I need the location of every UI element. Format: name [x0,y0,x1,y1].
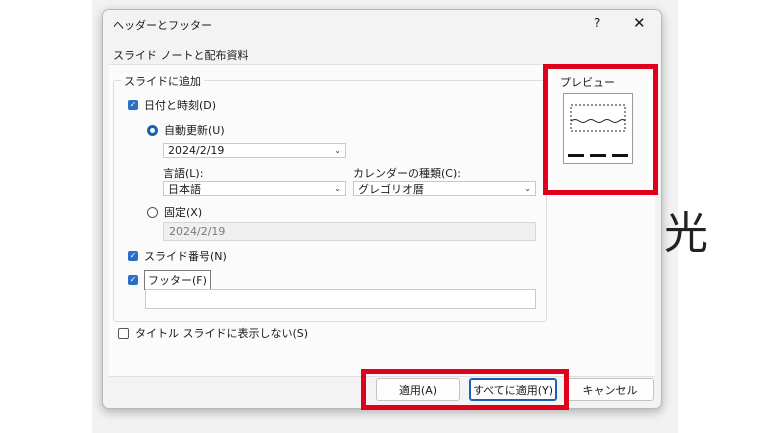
fixed-date-value: 2024/2/19 [169,225,226,238]
fixed-label: 固定(X) [164,206,203,219]
calendar-label-row: カレンダーの種類(C): [353,165,461,181]
language-select[interactable]: 日本語 ⌄ [163,181,346,196]
calendar-label: カレンダーの種類(C): [353,167,461,180]
help-button[interactable]: ? [594,16,600,30]
auto-update-radio[interactable] [147,124,158,136]
date-time-checkbox[interactable]: ✓ [128,100,138,110]
language-value: 日本語 [168,182,201,196]
group-title: スライドに追加 [121,73,204,89]
apply-buttons-highlight [361,369,569,410]
dialog-titlebar: ヘッダーとフッター ? ✕ [103,10,661,38]
dont-show-title-row[interactable]: ✓ タイトル スライドに表示しない(S) [118,325,308,341]
footer-checkbox[interactable]: ✓ [128,275,138,285]
preview-highlight [543,64,658,195]
date-time-label: 日付と時刻(D) [144,99,217,112]
fixed-date-input[interactable]: 2024/2/19 [163,222,536,241]
auto-update-date-value: 2024/2/19 [168,144,225,157]
dialog-title: ヘッダーとフッター [113,19,212,32]
cancel-button[interactable]: キャンセル [566,378,654,401]
language-label-row: 言語(L): [163,165,203,181]
slide-number-checkbox[interactable]: ✓ [128,251,138,261]
auto-update-date-select[interactable]: 2024/2/19 ⌄ [163,143,346,158]
close-button[interactable]: ✕ [633,14,646,32]
slide-number-row[interactable]: ✓ スライド番号(N) [128,248,227,264]
chevron-down-icon: ⌄ [524,184,531,193]
auto-update-row[interactable]: 自動更新(U) [147,122,225,138]
footer-label: フッター(F) [144,270,211,290]
background-slide-text: 光 [664,208,708,259]
fixed-row[interactable]: 固定(X) [147,204,202,220]
footer-row[interactable]: ✓ フッター(F) [128,270,211,290]
dont-show-title-label: タイトル スライドに表示しない(S) [135,327,309,340]
calendar-select[interactable]: グレゴリオ暦 ⌄ [353,181,536,196]
language-label: 言語(L): [163,167,204,180]
footer-text-input[interactable] [145,289,536,309]
chevron-down-icon: ⌄ [334,184,341,193]
auto-update-label: 自動更新(U) [164,124,225,137]
chevron-down-icon: ⌄ [334,146,341,155]
calendar-value: グレゴリオ暦 [358,182,424,196]
tab-notes-handouts[interactable]: スライド ノートと配布資料 [113,47,249,63]
fixed-radio[interactable] [147,206,158,218]
slide-number-label: スライド番号(N) [144,250,227,263]
date-time-row[interactable]: ✓ 日付と時刻(D) [128,97,216,113]
dont-show-title-checkbox[interactable]: ✓ [118,327,129,339]
